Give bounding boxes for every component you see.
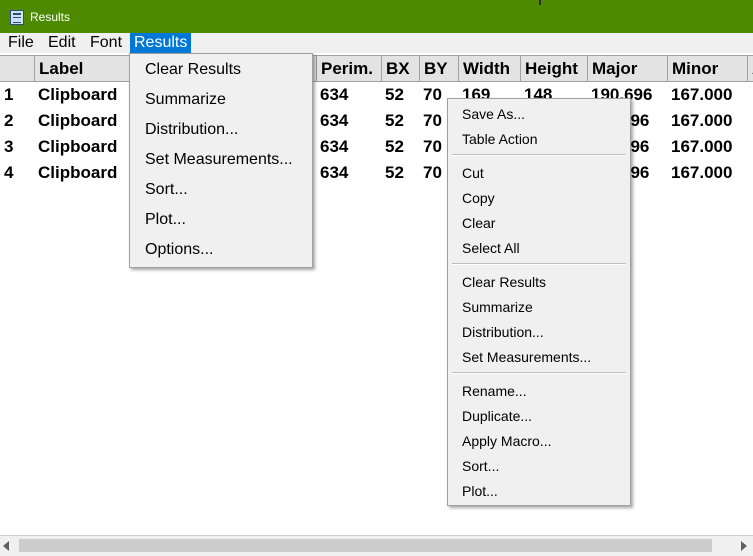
- cell-by: 70: [423, 163, 442, 182]
- column-header-angle[interactable]: A: [747, 56, 753, 81]
- results-menu-sort[interactable]: Sort...: [130, 181, 312, 199]
- cell-bx: 52: [385, 85, 404, 104]
- cell-bx: 52: [385, 163, 404, 182]
- table-context-menu: Save As... Table Action Cut Copy Clear S…: [447, 98, 631, 506]
- column-header-bx[interactable]: BX: [381, 56, 419, 81]
- cell-by: 70: [423, 137, 442, 156]
- cell-label: Clipboard: [38, 111, 118, 130]
- context-menu-separator: [452, 154, 626, 156]
- cell-index: 4: [4, 163, 14, 182]
- horizontal-scrollbar[interactable]: [0, 535, 753, 556]
- cell-perim: 634: [320, 163, 349, 182]
- cell-perim: 634: [320, 137, 349, 156]
- context-menu-distribution[interactable]: Distribution...: [448, 324, 630, 340]
- menu-file[interactable]: File: [4, 33, 38, 53]
- cell-minor: 167.000: [671, 163, 733, 182]
- context-menu-clear-results[interactable]: Clear Results: [448, 274, 630, 290]
- table-row[interactable]: 1 Clipboard 634 52 70 169 148 190.696 16…: [0, 82, 753, 108]
- context-menu-rename[interactable]: Rename...: [448, 383, 630, 399]
- context-menu-separator: [452, 372, 626, 374]
- cell-by: 70: [423, 85, 442, 104]
- column-header-perim[interactable]: Perim.: [316, 56, 381, 81]
- table-row[interactable]: 2 Clipboard 634 52 70 696 167.000: [0, 108, 753, 134]
- cell-by: 70: [423, 111, 442, 130]
- results-menu-dropdown: Clear Results Summarize Distribution... …: [129, 53, 313, 268]
- scrollbar-thumb[interactable]: [19, 539, 712, 552]
- results-menu-distribution[interactable]: Distribution...: [130, 121, 312, 139]
- cell-bx: 52: [385, 111, 404, 130]
- menu-results[interactable]: Results: [130, 33, 192, 53]
- results-table[interactable]: Label Perim. BX BY Width Height Major Mi…: [0, 53, 753, 535]
- context-menu-plot[interactable]: Plot...: [448, 483, 630, 499]
- column-header-width[interactable]: Width: [458, 56, 520, 81]
- context-menu-separator: [452, 263, 626, 265]
- column-header-index[interactable]: [0, 56, 35, 81]
- cell-label: Clipboard: [38, 137, 118, 156]
- cell-minor: 167.000: [671, 111, 733, 130]
- cell-minor: 167.000: [671, 137, 733, 156]
- context-menu-clear[interactable]: Clear: [448, 215, 630, 231]
- column-header-height[interactable]: Height: [520, 56, 587, 81]
- cell-label: Clipboard: [38, 85, 118, 104]
- results-menu-options[interactable]: Options...: [130, 241, 312, 259]
- cell-index: 1: [4, 85, 14, 104]
- context-menu-sort[interactable]: Sort...: [448, 458, 630, 474]
- results-menu-set-measurements[interactable]: Set Measurements...: [130, 151, 312, 169]
- table-row[interactable]: 4 Clipboard 634 52 70 696 167.000: [0, 160, 753, 186]
- cell-bx: 52: [385, 137, 404, 156]
- scroll-right-arrow-icon[interactable]: [741, 541, 747, 551]
- cell-index: 3: [4, 137, 14, 156]
- menu-edit[interactable]: Edit: [44, 33, 80, 53]
- context-menu-duplicate[interactable]: Duplicate...: [448, 408, 630, 424]
- context-menu-table-action[interactable]: Table Action: [448, 131, 630, 147]
- context-menu-copy[interactable]: Copy: [448, 190, 630, 206]
- cell-perim: 634: [320, 111, 349, 130]
- scroll-left-arrow-icon[interactable]: [3, 541, 9, 551]
- window-titlebar[interactable]: Results: [0, 0, 753, 33]
- table-header-row: Label Perim. BX BY Width Height Major Mi…: [0, 55, 753, 82]
- menu-font[interactable]: Font: [86, 33, 126, 53]
- context-menu-save-as[interactable]: Save As...: [448, 106, 630, 122]
- window-title: Results: [30, 10, 71, 24]
- context-menu-cut[interactable]: Cut: [448, 165, 630, 181]
- context-menu-set-measurements[interactable]: Set Measurements...: [448, 349, 630, 365]
- column-header-label[interactable]: Label: [34, 56, 130, 81]
- results-menu-clear-results[interactable]: Clear Results: [130, 61, 312, 79]
- context-menu-summarize[interactable]: Summarize: [448, 299, 630, 315]
- cell-index: 2: [4, 111, 14, 130]
- context-menu-select-all[interactable]: Select All: [448, 240, 630, 256]
- cell-label: Clipboard: [38, 163, 118, 182]
- results-menu-plot[interactable]: Plot...: [130, 211, 312, 229]
- cell-perim: 634: [320, 85, 349, 104]
- menu-bar: File Edit Font Results: [0, 33, 753, 53]
- window-edge-marker: [539, 0, 541, 5]
- table-row[interactable]: 3 Clipboard 634 52 70 696 167.000: [0, 134, 753, 160]
- results-menu-summarize[interactable]: Summarize: [130, 91, 312, 109]
- column-header-major[interactable]: Major: [587, 56, 667, 81]
- context-menu-apply-macro[interactable]: Apply Macro...: [448, 433, 630, 449]
- column-header-by[interactable]: BY: [419, 56, 458, 81]
- imagej-results-icon: [10, 10, 24, 25]
- column-header-minor[interactable]: Minor: [667, 56, 747, 81]
- cell-minor: 167.000: [671, 85, 733, 104]
